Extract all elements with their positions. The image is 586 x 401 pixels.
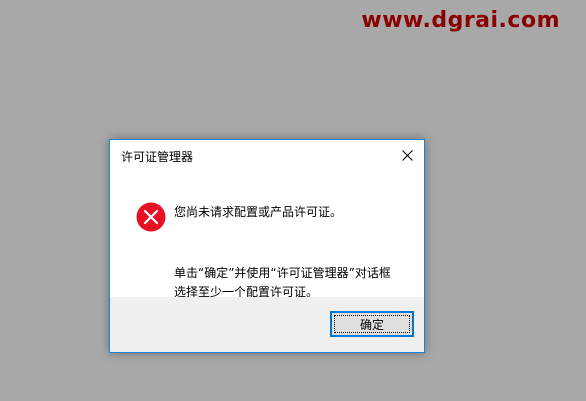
- close-button[interactable]: [390, 140, 424, 170]
- close-icon: [401, 149, 413, 161]
- dialog-title: 许可证管理器: [121, 150, 194, 164]
- dialog-footer: 确定: [110, 297, 424, 352]
- message-primary: 您尚未请求配置或产品许可证。: [174, 205, 343, 219]
- watermark-text: www.dgrai.com: [361, 8, 560, 33]
- error-icon: [136, 202, 166, 232]
- dialog-titlebar: 许可证管理器: [110, 140, 424, 170]
- message-line-1: 单击“确定”并使用“许可证管理器”对话框: [174, 266, 391, 280]
- license-manager-dialog: 许可证管理器 您尚未请求配置或产品许可证。 单击“确定”并使用“许可证管理器”对…: [109, 139, 425, 353]
- dialog-content: 您尚未请求配置或产品许可证。 单击“确定”并使用“许可证管理器”对话框 选择至少…: [110, 170, 424, 299]
- ok-button[interactable]: 确定: [330, 311, 414, 337]
